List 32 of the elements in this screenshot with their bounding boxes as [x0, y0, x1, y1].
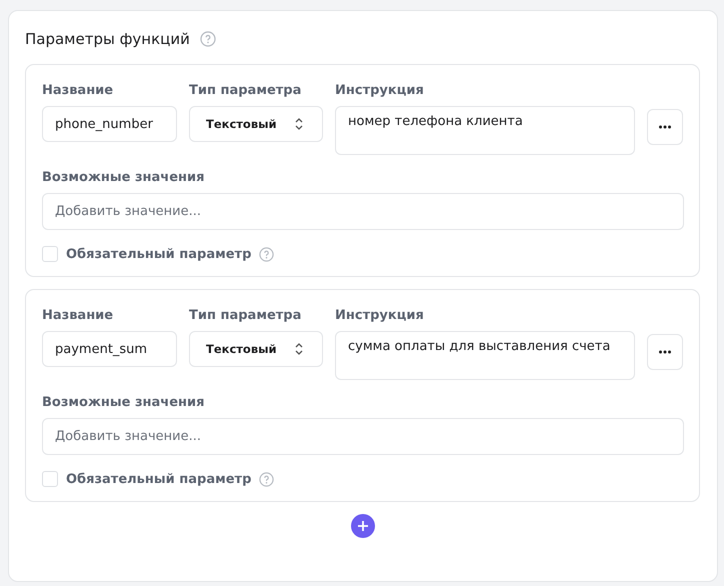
field-label: Инструкция [335, 308, 425, 323]
field-label: Возможные значения [42, 395, 206, 410]
field-label: Возможные значения [42, 170, 206, 185]
more-button[interactable] [647, 334, 683, 370]
more-icon [658, 350, 672, 354]
field-label: Название [42, 83, 114, 98]
field-label: Тип параметра [189, 83, 302, 98]
instruction-field[interactable]: номер телефона клиента [335, 106, 635, 155]
add-button[interactable] [350, 514, 374, 538]
section-title: Параметры функций [25, 30, 190, 48]
more-icon [658, 125, 672, 129]
required-checkbox[interactable] [42, 246, 58, 262]
help-icon[interactable] [259, 472, 274, 486]
help-icon[interactable] [200, 31, 216, 47]
name-field[interactable]: phone_number [42, 106, 177, 142]
plus-icon [356, 520, 368, 532]
name-field[interactable]: payment_sum [42, 331, 177, 367]
instruction-field[interactable]: сумма оплаты для выставления счета [335, 331, 635, 380]
field-label: Инструкция [335, 83, 425, 98]
values-field[interactable]: Добавить значение... [42, 418, 684, 455]
sort-icon [294, 117, 304, 131]
field-label: Тип параметра [189, 308, 302, 323]
type-select[interactable]: Текстовый [189, 331, 323, 367]
sort-icon [294, 342, 304, 356]
field-label: Название [42, 308, 114, 323]
required-checkbox[interactable] [42, 471, 58, 487]
type-select[interactable]: Текстовый [189, 106, 323, 142]
more-button[interactable] [647, 109, 683, 145]
values-field[interactable]: Добавить значение... [42, 193, 684, 230]
checkbox-label: Обязательный параметр [66, 246, 252, 262]
checkbox-label: Обязательный параметр [66, 472, 252, 486]
help-icon[interactable] [259, 246, 274, 262]
